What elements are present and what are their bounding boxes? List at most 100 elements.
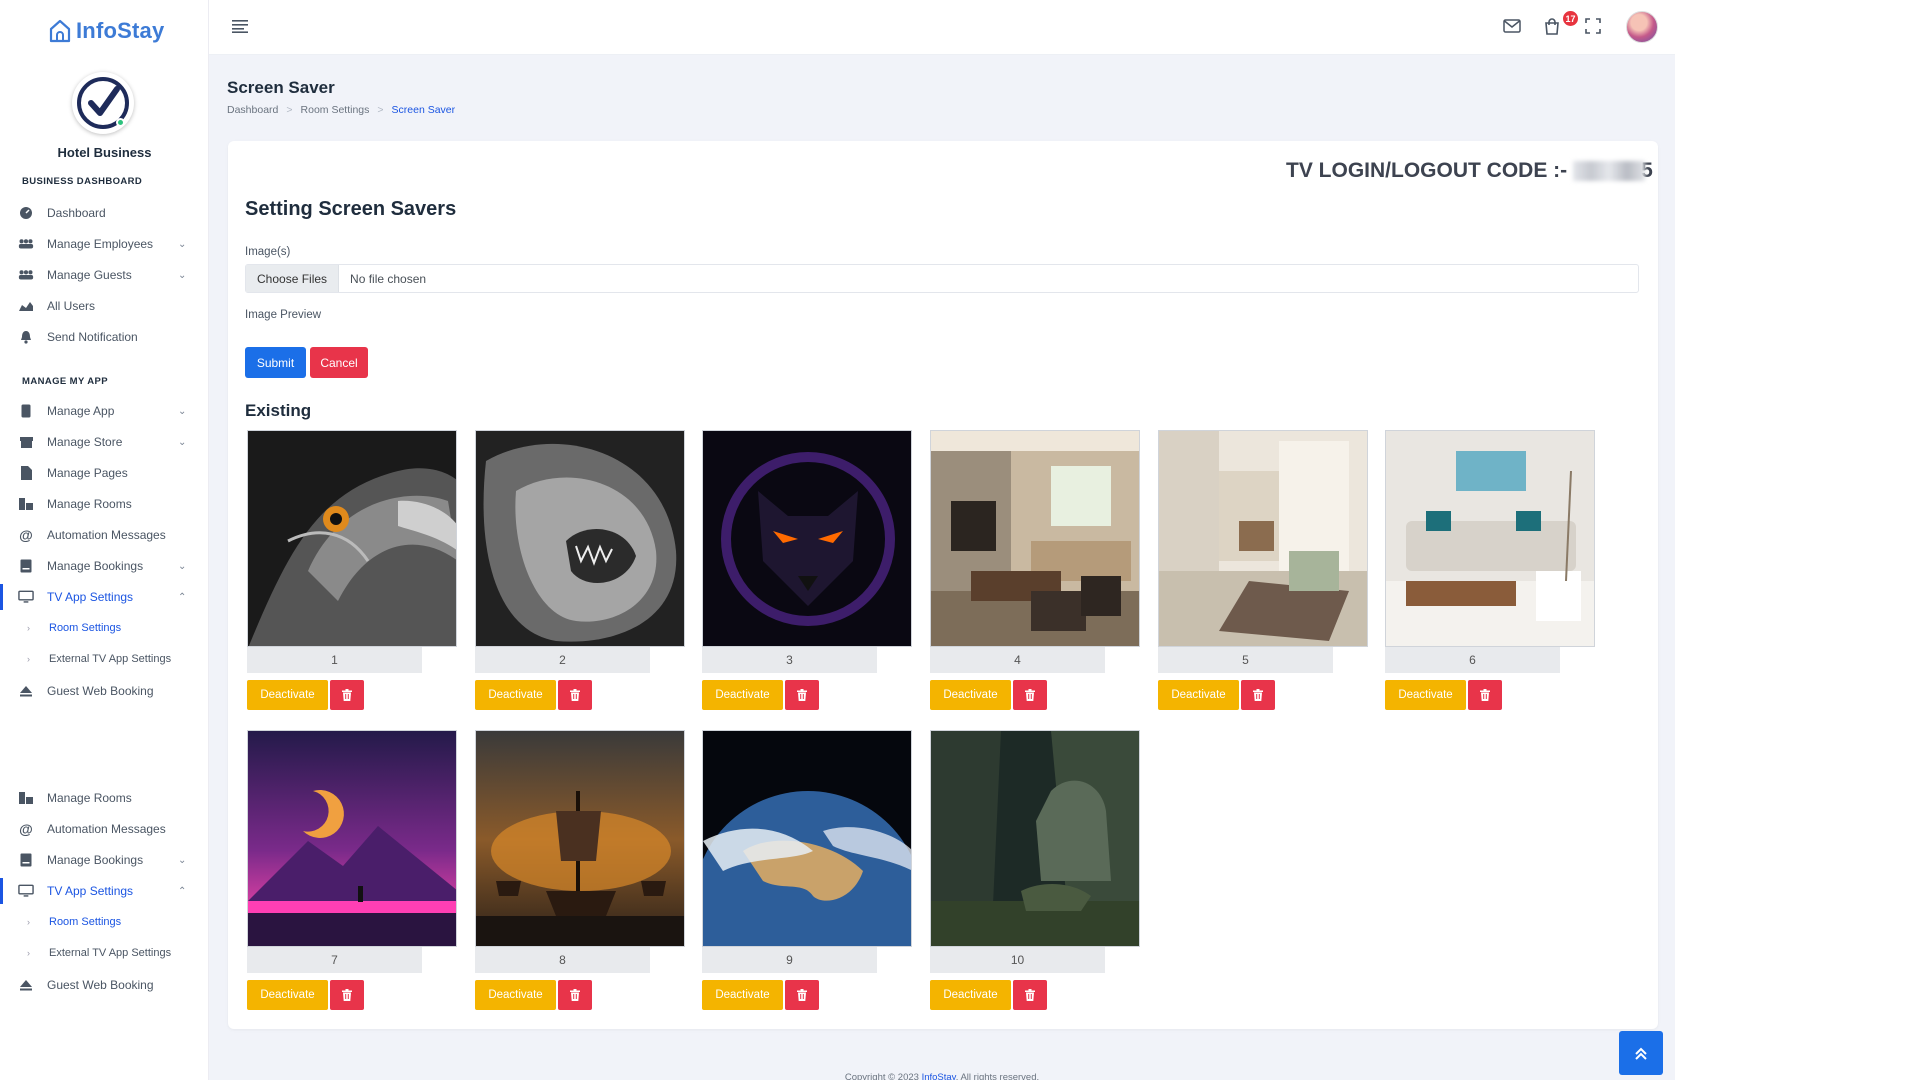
sidebar-item-manage-guests[interactable]: Manage Guests ⌄ bbox=[0, 262, 208, 288]
screensaver-thumbnail[interactable] bbox=[702, 730, 912, 947]
screensaver-thumbnail[interactable] bbox=[702, 430, 912, 647]
delete-button[interactable] bbox=[558, 680, 592, 710]
chart-icon bbox=[18, 298, 34, 314]
sidebar-item-tv-app-settings[interactable]: TV App Settings ⌃ bbox=[0, 584, 208, 610]
app-logo[interactable]: InfoStay bbox=[48, 18, 164, 44]
delete-button[interactable] bbox=[330, 680, 364, 710]
sidebar-item-label: Manage Rooms bbox=[47, 497, 132, 511]
trash-icon bbox=[1253, 689, 1263, 701]
sidebar-item-label: Manage Bookings bbox=[47, 559, 144, 573]
breadcrumb-dashboard[interactable]: Dashboard bbox=[227, 104, 278, 116]
trash-icon bbox=[342, 689, 352, 701]
footer-suffix: . All rights reserved. bbox=[955, 1072, 1040, 1080]
section-manage-my-app: MANAGE MY APP bbox=[22, 376, 108, 387]
delete-button[interactable] bbox=[1468, 680, 1502, 710]
screensaver-thumbnail[interactable] bbox=[930, 430, 1140, 647]
sidebar-item-tv-app-settings-2[interactable]: TV App Settings ⌃ bbox=[0, 878, 208, 904]
trash-icon bbox=[570, 989, 580, 1001]
sidebar-item-send-notification[interactable]: Send Notification bbox=[0, 324, 208, 350]
image-preview-label: Image Preview bbox=[245, 309, 322, 321]
deactivate-button[interactable]: Deactivate bbox=[930, 980, 1011, 1010]
chevron-right-icon: › bbox=[27, 623, 30, 633]
sidebar-item-automation-messages-2[interactable]: @ Automation Messages bbox=[0, 816, 208, 842]
delete-button[interactable] bbox=[1013, 980, 1047, 1010]
screensaver-number: 7 bbox=[247, 947, 422, 973]
deactivate-button[interactable]: Deactivate bbox=[702, 980, 783, 1010]
sidebar-subitem-room-settings[interactable]: › Room Settings bbox=[0, 618, 208, 640]
file-icon bbox=[18, 465, 34, 481]
top-navbar bbox=[209, 0, 1675, 55]
screensaver-thumbnail[interactable] bbox=[475, 730, 685, 947]
scroll-to-top-button[interactable] bbox=[1619, 1031, 1663, 1075]
sidebar-item-dashboard[interactable]: Dashboard bbox=[0, 200, 208, 226]
deactivate-button[interactable]: Deactivate bbox=[930, 680, 1011, 710]
choose-files-button[interactable]: Choose Files bbox=[246, 265, 340, 292]
sidebar-subitem-external-tv-app-settings[interactable]: › External TV App Settings bbox=[0, 649, 208, 671]
deactivate-button[interactable]: Deactivate bbox=[475, 680, 556, 710]
business-avatar[interactable] bbox=[72, 72, 134, 134]
delete-button[interactable] bbox=[785, 980, 819, 1010]
sidebar-item-label: All Users bbox=[47, 299, 96, 313]
delete-button[interactable] bbox=[1013, 680, 1047, 710]
screensaver-number: 5 bbox=[1158, 647, 1333, 673]
shopping-cart-icon[interactable] bbox=[1543, 18, 1561, 41]
sidebar-item-label: Guest Web Booking bbox=[47, 684, 154, 698]
sidebar-item-guest-web-booking-2[interactable]: Guest Web Booking bbox=[0, 972, 208, 998]
rooms-icon bbox=[18, 790, 34, 806]
mail-icon[interactable] bbox=[1503, 18, 1521, 39]
sidebar-item-manage-employees[interactable]: Manage Employees ⌄ bbox=[0, 231, 208, 257]
screensaver-number: 9 bbox=[702, 947, 877, 973]
sidebar-item-manage-app[interactable]: Manage App ⌄ bbox=[0, 398, 208, 424]
sidebar-subitem-external-tv-app-settings-2[interactable]: › External TV App Settings bbox=[0, 943, 208, 965]
deactivate-button[interactable]: Deactivate bbox=[475, 980, 556, 1010]
deactivate-button[interactable]: Deactivate bbox=[1385, 680, 1466, 710]
sidebar-item-manage-bookings-2[interactable]: Manage Bookings ⌄ bbox=[0, 847, 208, 873]
delete-button[interactable] bbox=[558, 980, 592, 1010]
hamburger-menu-icon[interactable] bbox=[231, 19, 249, 38]
deactivate-button[interactable]: Deactivate bbox=[1158, 680, 1239, 710]
sidebar-item-manage-bookings[interactable]: Manage Bookings ⌄ bbox=[0, 553, 208, 579]
sidebar-subitem-label: Room Settings bbox=[49, 916, 122, 928]
deactivate-button[interactable]: Deactivate bbox=[247, 980, 328, 1010]
delete-button[interactable] bbox=[330, 980, 364, 1010]
bell-icon bbox=[18, 329, 34, 345]
cancel-button[interactable]: Cancel bbox=[310, 347, 368, 378]
screensaver-thumbnail[interactable] bbox=[247, 430, 457, 647]
submit-button[interactable]: Submit bbox=[245, 347, 306, 378]
deactivate-button[interactable]: Deactivate bbox=[247, 680, 328, 710]
breadcrumb: Dashboard > Room Settings > Screen Saver bbox=[227, 104, 455, 116]
sidebar-item-manage-pages[interactable]: Manage Pages bbox=[0, 460, 208, 486]
sidebar-subitem-label: Room Settings bbox=[49, 622, 122, 634]
sidebar-subitem-room-settings-2[interactable]: › Room Settings bbox=[0, 912, 208, 934]
sidebar-item-manage-rooms-2[interactable]: Manage Rooms bbox=[0, 785, 208, 811]
delete-button[interactable] bbox=[1241, 680, 1275, 710]
sidebar-subitem-label: External TV App Settings bbox=[49, 947, 172, 959]
trash-icon bbox=[797, 689, 807, 701]
chevron-up-icon: ⌃ bbox=[178, 591, 187, 603]
screensaver-thumbnail[interactable] bbox=[1385, 430, 1595, 647]
sidebar-item-guest-web-booking[interactable]: Guest Web Booking bbox=[0, 678, 208, 704]
existing-heading: Existing bbox=[245, 401, 312, 420]
deactivate-button[interactable]: Deactivate bbox=[702, 680, 783, 710]
screensaver-thumbnail[interactable] bbox=[930, 730, 1140, 947]
trash-icon bbox=[797, 989, 807, 1001]
at-icon: @ bbox=[19, 527, 33, 543]
app-name: InfoStay bbox=[76, 18, 165, 43]
user-avatar[interactable] bbox=[1626, 11, 1658, 43]
sidebar-item-manage-rooms[interactable]: Manage Rooms bbox=[0, 491, 208, 517]
screensaver-thumbnail[interactable] bbox=[1158, 430, 1368, 647]
delete-button[interactable] bbox=[785, 680, 819, 710]
screensaver-thumbnail[interactable] bbox=[475, 430, 685, 647]
screensaver-thumbnail[interactable] bbox=[247, 730, 457, 947]
sidebar-item-automation-messages[interactable]: @ Automation Messages bbox=[0, 522, 208, 548]
breadcrumb-room-settings[interactable]: Room Settings bbox=[301, 104, 370, 116]
chevron-right-icon: › bbox=[27, 654, 30, 664]
sidebar-item-all-users[interactable]: All Users bbox=[0, 293, 208, 319]
file-input[interactable]: Choose Files No file chosen bbox=[245, 264, 1639, 293]
fullscreen-icon[interactable] bbox=[1585, 18, 1601, 39]
page-title: Screen Saver bbox=[227, 78, 335, 97]
sidebar-item-manage-store[interactable]: Manage Store ⌄ bbox=[0, 429, 208, 455]
store-icon bbox=[18, 434, 34, 450]
footer-brand-link[interactable]: InfoStay bbox=[922, 1072, 956, 1080]
tv-icon bbox=[18, 589, 34, 605]
